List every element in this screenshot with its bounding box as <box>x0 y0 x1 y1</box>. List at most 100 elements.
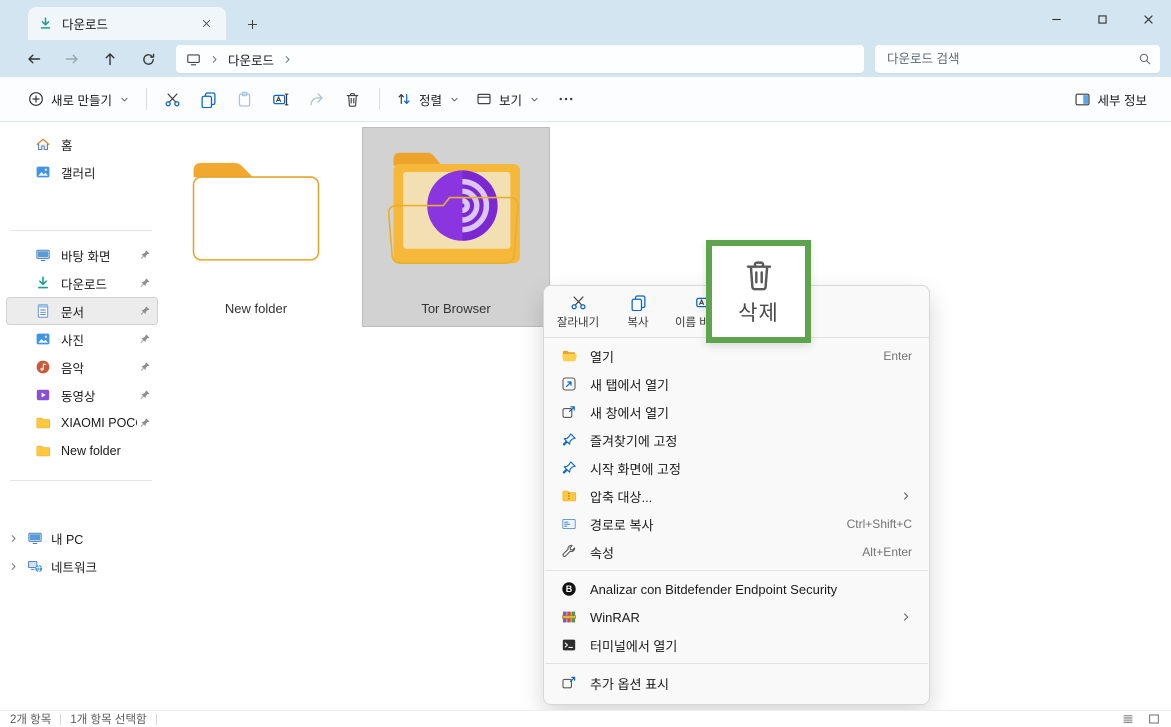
new-tab-button[interactable] <box>240 12 264 36</box>
this-pc-icon <box>186 52 201 67</box>
sidebar-item-xiaomi-poco[interactable]: XIAOMI POCO F <box>6 409 158 437</box>
menu-item-label: 시작 화면에 고정 <box>590 459 681 478</box>
search-box[interactable] <box>875 45 1160 73</box>
menu-item-open-new-tab[interactable]: 새 탭에서 열기 <box>548 370 925 398</box>
view-icon <box>476 91 492 107</box>
cut-button[interactable] <box>155 83 191 115</box>
chevron-right-icon <box>209 54 220 65</box>
navigation-sidebar: 홈 갤러리 바탕 화면 다운로드 문서 사진 음악 <box>0 122 166 710</box>
sidebar-item-label: 다운로드 <box>61 274 107 293</box>
document-icon <box>35 303 51 319</box>
trash-icon <box>344 91 361 108</box>
download-icon <box>35 275 51 291</box>
folder-icon <box>181 138 331 288</box>
back-button[interactable] <box>20 45 48 73</box>
menu-item-open[interactable]: 열기 Enter <box>548 342 925 370</box>
file-tile-new-folder[interactable]: New folder <box>176 126 336 326</box>
file-tile-tor-browser[interactable]: Tor Browser <box>362 127 550 327</box>
delete-highlight-annotation[interactable]: 삭제 <box>706 240 811 343</box>
maximize-button[interactable] <box>1079 0 1125 38</box>
view-toggles <box>1121 712 1161 726</box>
search-input[interactable] <box>885 51 1138 67</box>
large-icons-view-icon[interactable] <box>1147 712 1161 726</box>
pin-icon <box>139 249 151 261</box>
menu-item-bitdefender-scan[interactable]: Analizar con Bitdefender Endpoint Securi… <box>548 575 925 603</box>
menu-item-pin-favorites[interactable]: 즐겨찾기에 고정 <box>548 426 925 454</box>
chevron-right-icon[interactable] <box>8 561 19 572</box>
menu-item-winrar[interactable]: WinRAR <box>548 603 925 631</box>
sidebar-item-new-folder[interactable]: New folder <box>6 437 158 465</box>
menu-item-open-new-window[interactable]: 새 창에서 열기 <box>548 398 925 426</box>
sidebar-item-desktop[interactable]: 바탕 화면 <box>6 241 158 269</box>
share-button[interactable] <box>299 83 335 115</box>
minimize-button[interactable] <box>1033 0 1079 38</box>
new-button[interactable]: 새로 만들기 <box>20 84 138 115</box>
command-toolbar: 새로 만들기 정렬 보기 세부 정보 <box>0 77 1171 122</box>
delete-button[interactable] <box>335 83 371 115</box>
sidebar-item-documents[interactable]: 문서 <box>6 297 158 325</box>
view-button-label: 보기 <box>499 90 522 109</box>
sort-button-label: 정렬 <box>419 90 442 109</box>
menu-item-copy-path[interactable]: 경로로 복사 Ctrl+Shift+C <box>548 510 925 538</box>
sidebar-item-videos[interactable]: 동영상 <box>6 381 158 409</box>
pictures-icon <box>35 331 51 347</box>
folder-icon <box>35 443 51 459</box>
menu-item-label: 즐겨찾기에 고정 <box>590 431 677 450</box>
menu-shortcut: Enter <box>883 349 912 363</box>
up-button[interactable] <box>96 45 124 73</box>
rename-button[interactable] <box>263 83 299 115</box>
pin-icon <box>139 361 151 373</box>
sidebar-item-my-pc[interactable]: 내 PC <box>2 524 158 552</box>
tab-close-button[interactable] <box>196 14 216 34</box>
copy-icon <box>630 294 647 311</box>
forward-button[interactable] <box>58 45 86 73</box>
list-view-icon[interactable] <box>1121 712 1135 726</box>
address-bar[interactable]: 다운로드 <box>176 45 864 73</box>
breadcrumb-item[interactable]: 다운로드 <box>228 50 274 69</box>
details-button-label: 세부 정보 <box>1098 90 1147 109</box>
open-folder-icon <box>561 348 577 364</box>
tor-browser-folder-icon <box>376 136 536 288</box>
menu-item-pin-start[interactable]: 시작 화면에 고정 <box>548 454 925 482</box>
chevron-down-icon <box>449 94 460 105</box>
sort-button[interactable]: 정렬 <box>388 84 468 115</box>
sidebar-item-label: 음악 <box>61 358 84 377</box>
sidebar-item-pictures[interactable]: 사진 <box>6 325 158 353</box>
menu-item-compress[interactable]: 압축 대상... <box>548 482 925 510</box>
sidebar-divider <box>10 230 152 231</box>
paste-button[interactable] <box>227 83 263 115</box>
sidebar-item-label: XIAOMI POCO F <box>61 416 137 430</box>
menu-item-open-terminal[interactable]: 터미널에서 열기 <box>548 631 925 659</box>
sidebar-item-home[interactable]: 홈 <box>6 130 158 158</box>
menu-shortcut: Ctrl+Shift+C <box>847 517 912 531</box>
menu-item-properties[interactable]: 속성 Alt+Enter <box>548 538 925 566</box>
copy-quick-button[interactable]: 복사 <box>608 289 668 335</box>
menu-item-label: 추가 옵션 표시 <box>590 674 669 693</box>
more-button[interactable] <box>548 83 584 115</box>
sidebar-item-network[interactable]: 네트워크 <box>2 552 158 580</box>
network-icon <box>27 558 43 574</box>
chevron-right-icon[interactable] <box>8 533 19 544</box>
context-menu: 잘라내기 복사 이름 바꾸기 삭제 열기 Enter <box>543 285 930 705</box>
sidebar-item-music[interactable]: 음악 <box>6 353 158 381</box>
menu-item-show-more-options[interactable]: 추가 옵션 표시 <box>548 668 925 698</box>
details-button[interactable]: 세부 정보 <box>1070 84 1151 115</box>
download-icon <box>38 16 53 31</box>
refresh-button[interactable] <box>134 45 162 73</box>
close-button[interactable] <box>1125 0 1171 38</box>
menu-item-label: 속성 <box>590 543 614 562</box>
explorer-tab[interactable]: 다운로드 <box>28 7 226 40</box>
cut-quick-button[interactable]: 잘라내기 <box>548 289 608 335</box>
sidebar-item-gallery[interactable]: 갤러리 <box>6 158 158 186</box>
copy-icon <box>200 91 217 108</box>
more-icon <box>558 91 574 107</box>
chevron-down-icon <box>119 94 130 105</box>
copy-button[interactable] <box>191 83 227 115</box>
menu-item-label: 새 창에서 열기 <box>590 403 669 422</box>
sidebar-item-downloads[interactable]: 다운로드 <box>6 269 158 297</box>
open-new-window-icon <box>561 404 577 420</box>
home-icon <box>35 136 51 152</box>
view-button[interactable]: 보기 <box>468 84 548 115</box>
menu-item-label: 터미널에서 열기 <box>590 636 677 655</box>
menu-item-label: Analizar con Bitdefender Endpoint Securi… <box>590 582 837 597</box>
